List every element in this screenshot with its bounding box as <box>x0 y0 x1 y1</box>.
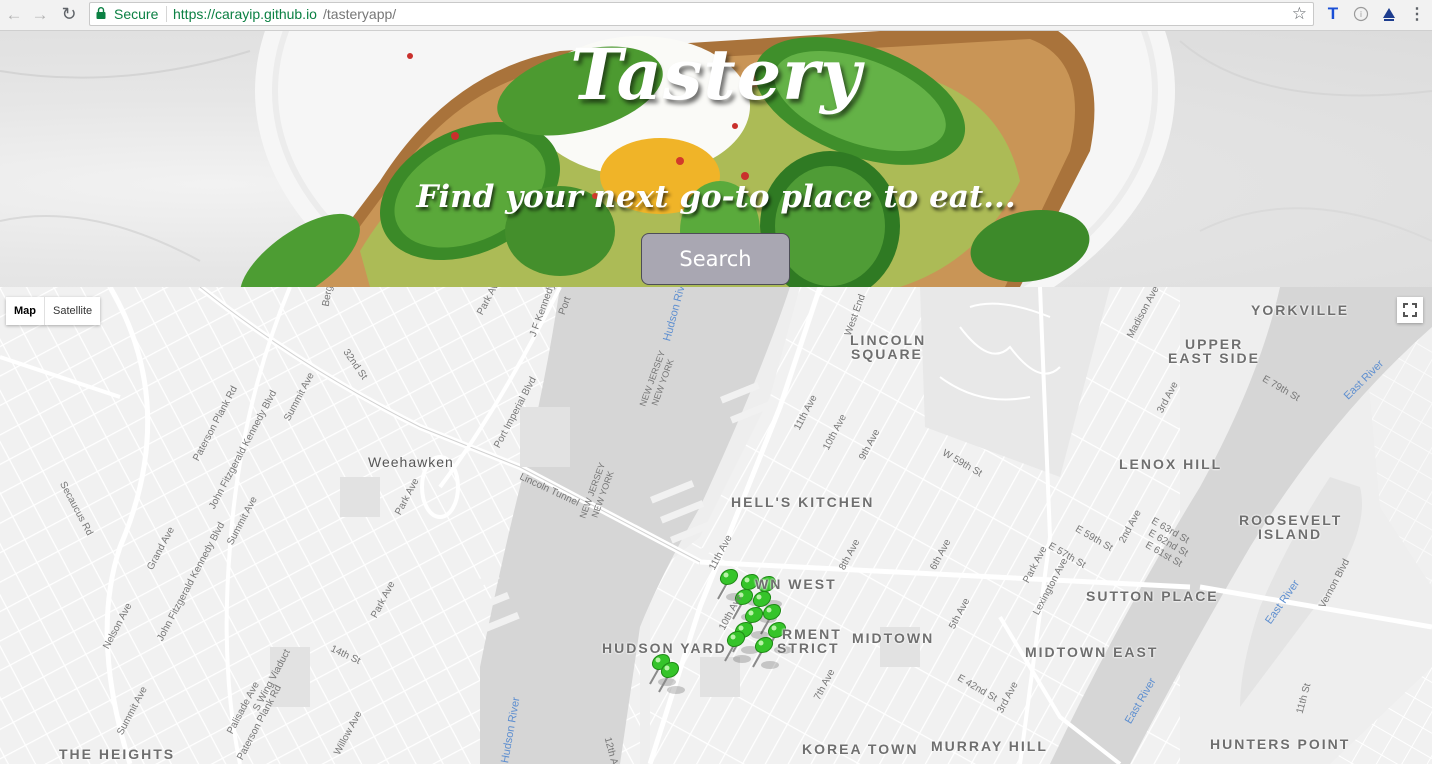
label-hells-kitchen: HELL'S KITCHEN <box>731 494 875 510</box>
label-hudson-yards: HUDSON YARD <box>602 640 727 656</box>
tagline: Find your next go-to place to eat... <box>416 179 1016 215</box>
label-midtown: MIDTOWN <box>852 630 935 646</box>
label-roosevelt-island-2: ISLAND <box>1258 526 1323 542</box>
label-murray-hill: MURRAY HILL <box>931 738 1048 754</box>
app-title: Tastery <box>570 33 862 116</box>
fullscreen-icon[interactable] <box>1397 297 1423 323</box>
label-upper-east-side-2: EAST SIDE <box>1168 350 1260 366</box>
extension-triangle-icon[interactable] <box>1378 3 1400 25</box>
map-type-control: Map Satellite <box>6 297 101 325</box>
browser-toolbar: ← → ↻ Secure https://carayip.github.io /… <box>0 0 1432 31</box>
label-weehawken: Weehawken <box>368 454 454 470</box>
address-bar[interactable]: Secure https://carayip.github.io /taster… <box>89 2 1314 26</box>
label-koreatown: KOREA TOWN <box>802 741 919 757</box>
back-arrow-icon[interactable]: ← <box>3 3 25 25</box>
url-path: /tasteryapp/ <box>323 6 397 22</box>
extension-t-icon[interactable]: T <box>1322 3 1344 25</box>
label-lincoln-square-2: SQUARE <box>851 346 923 362</box>
label-sutton-place: SUTTON PLACE <box>1086 588 1219 604</box>
reload-icon[interactable]: ↻ <box>58 3 80 25</box>
label-lenox-hill: LENOX HILL <box>1119 456 1223 472</box>
address-separator <box>166 6 167 22</box>
url-host: https://carayip.github.io <box>173 6 317 22</box>
label-the-heights: THE HEIGHTS <box>59 746 176 762</box>
label-town-west: WN WEST <box>755 576 837 592</box>
extension-circle-icon[interactable]: i <box>1350 3 1372 25</box>
label-yorkville: YORKVILLE <box>1251 302 1350 318</box>
menu-dots-icon[interactable]: ⋮ <box>1406 3 1428 25</box>
map-type-satellite-button[interactable]: Satellite <box>44 297 100 325</box>
hero-banner: Tastery Find your next go-to place to ea… <box>0 31 1432 287</box>
label-midtown-east: MIDTOWN EAST <box>1025 644 1159 660</box>
map-view[interactable]: YORKVILLE UPPER EAST SIDE LINCOLN SQUARE… <box>0 287 1432 764</box>
lock-icon <box>96 7 106 19</box>
label-hunters-point: HUNTERS POINT <box>1210 736 1351 752</box>
forward-arrow-icon[interactable]: → <box>29 3 51 25</box>
map-type-map-button[interactable]: Map <box>6 297 44 325</box>
secure-label: Secure <box>114 6 159 22</box>
label-district: STRICT <box>777 640 840 656</box>
search-button[interactable]: Search <box>641 233 790 285</box>
svg-text:i: i <box>1360 10 1362 19</box>
bookmark-star-icon[interactable]: ☆ <box>1292 4 1307 24</box>
